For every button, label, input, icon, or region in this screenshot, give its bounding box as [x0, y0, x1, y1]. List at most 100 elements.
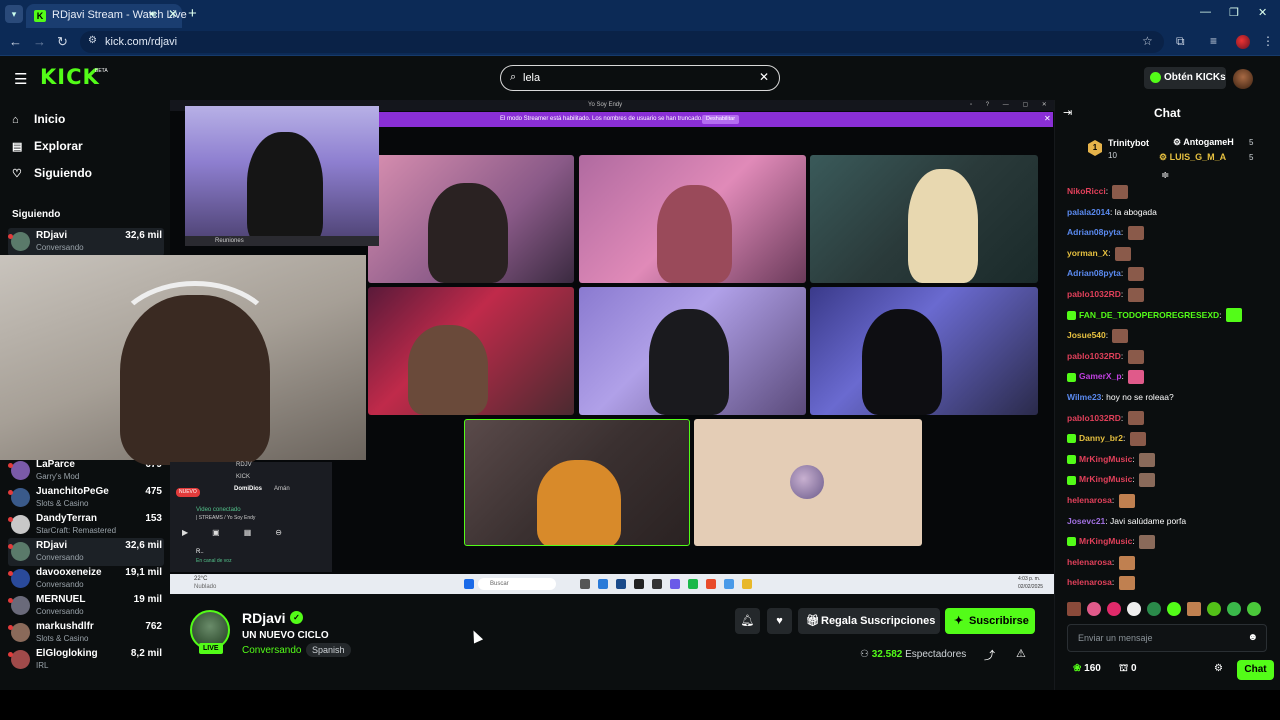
leaderboard-top-name[interactable]: Trinitybot — [1108, 138, 1149, 148]
chat-username[interactable]: Josevc21 — [1067, 516, 1105, 526]
send-chat-button[interactable]: Chat — [1237, 660, 1274, 680]
following-channel-row[interactable]: JuanchitoPeGe Slots & Casino 475 — [8, 484, 164, 512]
chat-username[interactable]: helenarosa — [1067, 577, 1112, 587]
site-info-icon[interactable]: ⚙ — [88, 35, 97, 46]
chat-message[interactable]: pablo1032RD: — [1067, 348, 1144, 364]
leaderboard-entry[interactable]: ⚙ LUIS_G_M_A — [1159, 152, 1226, 163]
chat-username[interactable]: Adrian08pyta — [1067, 268, 1121, 278]
emote-icon[interactable] — [1107, 602, 1121, 616]
get-kicks-button[interactable]: Obtén KICKs — [1144, 67, 1226, 89]
kick-logo[interactable]: KICK — [40, 65, 100, 89]
chat-username[interactable]: NikoRicci — [1067, 186, 1106, 196]
chat-username[interactable]: FAN_DE_TODOPEROREGRESEXD — [1079, 310, 1219, 320]
emote-icon[interactable] — [1227, 602, 1241, 616]
following-channel-row[interactable]: ElGlogloking IRL 8,2 mil — [8, 646, 164, 674]
chat-username[interactable]: MrKingMusic — [1079, 454, 1132, 464]
report-icon[interactable]: ⚠ — [1016, 647, 1026, 660]
chat-message[interactable]: palala2014: la abogada — [1067, 204, 1157, 220]
chat-username[interactable]: MrKingMusic — [1079, 536, 1132, 546]
chat-message[interactable]: FAN_DE_TODOPEROREGRESEXD: — [1067, 307, 1242, 323]
following-channel-row[interactable]: davooxeneize Conversando 19,1 mil — [8, 565, 164, 593]
reload-icon[interactable]: ↻ — [57, 34, 68, 50]
language-tag[interactable]: Spanish — [306, 643, 351, 657]
emote-icon[interactable] — [1167, 602, 1181, 616]
chat-message[interactable]: Wilme23: hoy no se roleaa? — [1067, 389, 1174, 405]
emoji-picker-icon[interactable]: ☻ — [1247, 632, 1258, 643]
extensions-icon[interactable]: ⧉ — [1176, 34, 1185, 49]
chat-input[interactable]: Enviar un mensaje ☻ — [1067, 624, 1267, 652]
chat-username[interactable]: yorman_X — [1067, 248, 1108, 258]
nav-siguiendo[interactable]: ♡ Siguiendo — [12, 166, 92, 186]
minimize-icon[interactable]: — — [1200, 6, 1211, 18]
maximize-icon[interactable]: ❐ — [1229, 6, 1239, 19]
expand-leaderboard-icon[interactable]: ≑ — [1161, 170, 1169, 181]
gift-subs-button[interactable]: 🎁︎ Regala Suscripciones — [798, 608, 940, 634]
chat-message[interactable]: helenarosa: — [1067, 574, 1135, 591]
chat-username[interactable]: Danny_br2 — [1079, 433, 1123, 443]
heart-icon[interactable]: ♥ — [767, 608, 792, 634]
emote-icon[interactable] — [1247, 602, 1261, 616]
user-avatar[interactable] — [1233, 69, 1253, 89]
chat-message[interactable]: helenarosa: — [1067, 554, 1135, 570]
chat-message[interactable]: yorman_X: — [1067, 245, 1131, 261]
chat-username[interactable]: MrKingMusic — [1079, 474, 1132, 484]
chat-username[interactable]: pablo1032RD — [1067, 413, 1121, 423]
media-icon[interactable]: ≡ — [1210, 34, 1217, 48]
chat-username[interactable]: GamerX_p — [1079, 371, 1122, 381]
following-channel-row[interactable]: DandyTerran StarCraft: Remastered 153 — [8, 511, 164, 539]
chat-username[interactable]: Josue540 — [1067, 330, 1106, 340]
emote-icon[interactable] — [1087, 602, 1101, 616]
chat-username[interactable]: Wilme23 — [1067, 392, 1101, 402]
gifts-counter[interactable]: ⛫ 0 — [1119, 663, 1137, 676]
plus-icon[interactable]: + — [188, 5, 197, 22]
audio-icon[interactable]: 🔊︎ — [150, 9, 156, 20]
following-channel-row[interactable]: markushdlfr Slots & Casino 762 — [8, 619, 164, 647]
chat-message[interactable]: pablo1032RD: — [1067, 286, 1144, 302]
chat-message[interactable]: GamerX_p: — [1067, 368, 1145, 385]
chat-username[interactable]: palala2014 — [1067, 207, 1110, 217]
chat-message[interactable]: MrKingMusic: — [1067, 533, 1156, 549]
tab-search-menu-icon[interactable]: ▾ — [5, 5, 23, 23]
settings-gear-icon[interactable]: ⚙ — [1214, 663, 1223, 674]
bell-icon[interactable]: 🔔︎ — [735, 608, 760, 634]
emote-icon[interactable] — [1207, 602, 1221, 616]
subscribe-button[interactable]: ✦ Suscribirse — [945, 608, 1035, 634]
url-field[interactable]: ⚙ kick.com/rdjavi — [80, 31, 1164, 53]
url-text[interactable]: kick.com/rdjavi — [105, 36, 177, 48]
chat-message[interactable]: pablo1032RD: — [1067, 410, 1144, 426]
close-icon[interactable]: ✕ — [168, 7, 178, 21]
chat-message[interactable]: Adrian08pyta: — [1067, 224, 1144, 240]
stream-category[interactable]: Conversando — [242, 645, 301, 656]
chat-message[interactable]: Danny_br2: — [1067, 430, 1146, 446]
search-value[interactable]: lela — [523, 72, 540, 84]
chat-username[interactable]: helenarosa — [1067, 495, 1112, 505]
chat-message[interactable]: helenarosa: — [1067, 492, 1135, 508]
emote-icon[interactable] — [1067, 602, 1081, 616]
search-input[interactable]: ⌕ lela ✕ — [500, 65, 780, 91]
chat-message[interactable]: MrKingMusic: — [1067, 451, 1156, 467]
chat-message[interactable]: Adrian08pyta: — [1067, 265, 1144, 282]
chat-message[interactable]: MrKingMusic: — [1067, 471, 1156, 488]
emote-icon[interactable] — [1127, 602, 1141, 616]
forward-icon[interactable]: → — [33, 34, 46, 49]
chat-username[interactable]: Adrian08pyta — [1067, 227, 1121, 237]
chat-message[interactable]: NikoRicci: — [1067, 183, 1129, 199]
share-icon[interactable]: ⤴ — [984, 647, 995, 663]
profile-icon[interactable] — [1236, 35, 1250, 49]
back-icon[interactable]: ← — [9, 34, 22, 49]
chat-message[interactable]: Josue540: — [1067, 327, 1129, 343]
leaderboard-entry[interactable]: ⚙ AntogameH — [1173, 137, 1234, 148]
more-icon[interactable]: ⋮ — [1262, 34, 1274, 48]
window-close-icon[interactable]: ✕ — [1258, 6, 1267, 19]
following-channel-row[interactable]: MERNUEL Conversando 19 mil — [8, 592, 164, 620]
browser-tab[interactable]: K RDjavi Stream - Watch Live 🔊︎ ✕ — [26, 4, 187, 28]
emote-icon[interactable] — [1187, 602, 1201, 616]
channel-name[interactable]: RDjavi — [242, 610, 286, 626]
chat-message[interactable]: Josevc21: Javi salúdame porfa — [1067, 513, 1186, 529]
clear-search-icon[interactable]: ✕ — [759, 70, 769, 84]
chat-username[interactable]: helenarosa — [1067, 557, 1112, 567]
chat-username[interactable]: pablo1032RD — [1067, 289, 1121, 299]
collapse-chat-icon[interactable]: ⇥ — [1063, 106, 1072, 119]
star-icon[interactable]: ☆ — [1142, 34, 1153, 48]
channel-points[interactable]: ❀ 160 — [1073, 663, 1101, 674]
